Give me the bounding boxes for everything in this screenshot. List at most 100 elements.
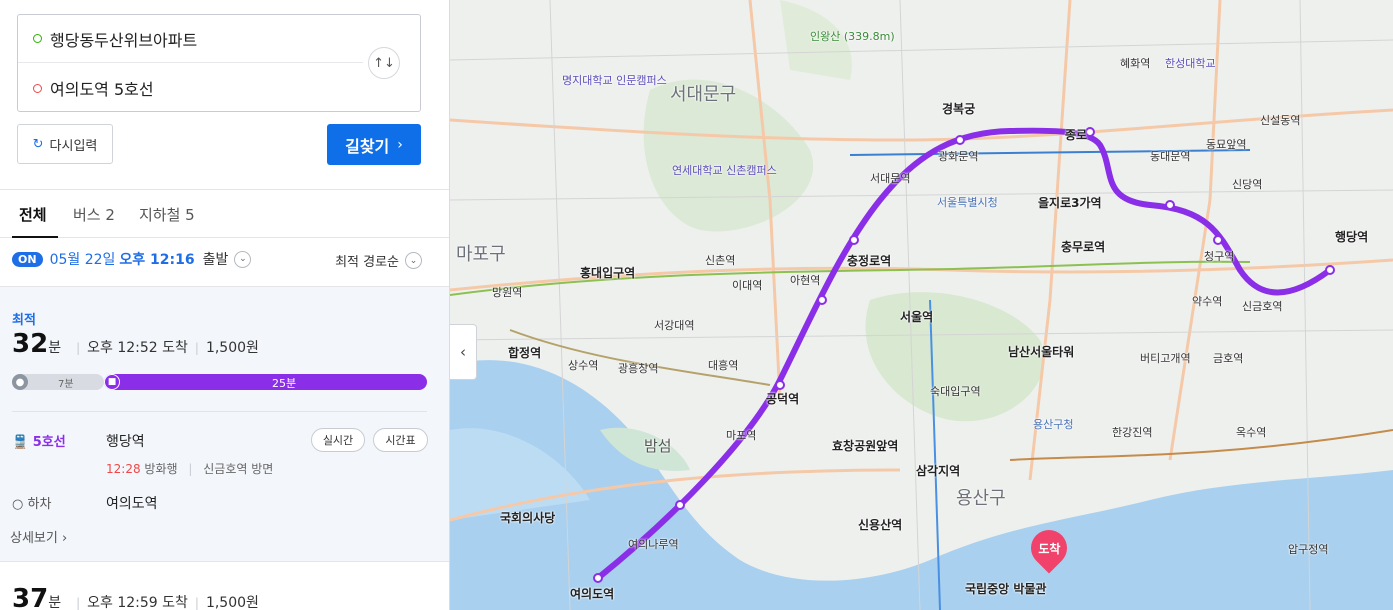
dep-platform: 신금호역 방면 — [203, 462, 274, 476]
fare: 1,500원 — [205, 595, 259, 610]
map-label-station: 버티고개역 — [1140, 352, 1191, 365]
destination-text: 여의도역 5호선 — [50, 80, 154, 99]
map-label-station: 여의도역 — [570, 587, 615, 601]
map-label-station: 숙대입구역 — [930, 385, 981, 398]
timetable-button[interactable]: 시간표 — [373, 428, 428, 452]
origin-field[interactable]: 행당동두산위브아파트 — [18, 15, 363, 63]
map-label-district: 용산구 — [956, 488, 1006, 509]
chevron-right-icon: › — [61, 531, 68, 546]
map-label-station: 상수역 — [568, 359, 599, 372]
map-label-station: 서강대역 — [654, 319, 695, 332]
swap-icon[interactable]: ↑↓ — [368, 47, 400, 79]
mode-tabs: 전체 버스 2 지하철 5 — [0, 190, 449, 238]
origin-dot-icon — [33, 34, 42, 43]
map-label-station: 이대역 — [732, 279, 763, 292]
subway-segment — [104, 374, 427, 390]
map-label-landmark: 국회의사당 — [500, 511, 556, 525]
separator: | — [194, 596, 199, 610]
map-label-landmark: 용산구청 — [1033, 418, 1074, 431]
chevron-down-icon: ⌄ — [405, 252, 422, 269]
map-label-station: 압구정역 — [1288, 543, 1329, 556]
map-label-station: 신촌역 — [705, 254, 736, 267]
map-label-station: 광흥창역 — [618, 362, 659, 375]
find-route-button[interactable]: 길찾기 › — [327, 124, 421, 165]
sort-selector[interactable]: 최적 경로순 ⌄ — [335, 251, 422, 270]
map-label-district: 마포구 — [456, 244, 506, 265]
map-label-mountain: 인왕산 (339.8m) — [810, 30, 895, 43]
route-result-best[interactable]: 최적 32 분 | 오후 12:52 도착 | 1,500원 ● 7분 ■ 25… — [0, 286, 449, 562]
map-label-station: 서대문역 — [870, 172, 911, 185]
map-canvas[interactable]: 마포구 서대문구 용산구 홍대입구역 신촌역 이대역 아현역 충정로역 서대문역… — [450, 0, 1393, 610]
alight-label: ○ 하차 — [12, 497, 52, 512]
divider — [12, 411, 427, 412]
map-label-station: 동묘앞역 — [1206, 138, 1247, 151]
destination-field[interactable]: 여의도역 5호선 — [18, 64, 363, 112]
minutes-unit: 분 — [48, 340, 62, 356]
map-label-station: 행당역 — [1335, 230, 1369, 244]
departure-date: 05월 22일 — [49, 252, 116, 268]
reset-button[interactable]: ↻ 다시입력 — [17, 124, 113, 164]
arrival-time: 오후 12:52 도착 — [87, 340, 188, 356]
best-badge: 최적 — [12, 313, 36, 328]
directions-panel: 행당동두산위브아파트 여의도역 5호선 ↑↓ ↻ 다시입력 길찾기 › 전체 버… — [0, 0, 450, 610]
realtime-button[interactable]: 실시간 — [311, 428, 365, 452]
map-label-landmark: 한성대학교 — [1165, 57, 1216, 70]
map-label-station: 아현역 — [790, 274, 821, 287]
dep-time: 12:28 — [106, 462, 141, 476]
map-label-station: 종로 — [1065, 128, 1088, 142]
map-label-station: 신설동역 — [1260, 114, 1301, 127]
tab-bus[interactable]: 버스 2 — [73, 204, 115, 225]
dep-direction: 방화행 — [144, 462, 178, 476]
map-label-station: 삼각지역 — [916, 464, 961, 478]
map-label-station: 을지로3가역 — [1038, 196, 1102, 210]
map-label-district: 서대문구 — [670, 84, 737, 105]
route-input-box: 행당동두산위브아파트 여의도역 5호선 ↑↓ — [17, 14, 421, 112]
map-label-island: 밤섬 — [644, 437, 672, 455]
map-label-landmark: 경복궁 — [942, 102, 976, 116]
map-label-station: 효창공원앞역 — [832, 439, 899, 453]
tab-all[interactable]: 전체 — [19, 204, 47, 225]
map-label-station: 광화문역 — [938, 150, 979, 163]
total-minutes: 37 — [12, 584, 49, 610]
tab-subway[interactable]: 지하철 5 — [139, 204, 195, 225]
map-label-station: 청구역 — [1204, 250, 1235, 263]
chevron-down-icon: ⌄ — [234, 250, 252, 268]
total-minutes: 32 — [12, 329, 49, 359]
subway-icon: ■ — [104, 374, 120, 390]
departure-time-selector[interactable]: ON 05월 22일 오후 12:16 출발 ⌄ — [12, 249, 252, 269]
map-label-station: 신당역 — [1232, 178, 1263, 191]
map-label-landmark: 서울특별시청 — [937, 196, 998, 209]
destination-dot-icon — [33, 83, 42, 93]
map-label-landmark: 명지대학교 인문캠퍼스 — [562, 74, 667, 87]
alight-station: 여의도역 — [106, 496, 158, 512]
reset-label: 다시입력 — [49, 138, 98, 154]
route-summary: 32 분 | 오후 12:52 도착 | 1,500원 — [12, 329, 259, 359]
separator: | — [188, 462, 193, 476]
refresh-icon: ↻ — [32, 136, 44, 152]
departure-time: 오후 12:16 — [119, 252, 195, 268]
departure-info: 12:28 방화행 | 신금호역 방면 — [106, 460, 273, 477]
map-label-station: 약수역 — [1192, 295, 1223, 308]
line-name: 5호선 — [32, 435, 66, 450]
map-label-station: 마포역 — [726, 429, 757, 442]
map-label-landmark: 국립중앙 박물관 — [965, 582, 1047, 596]
map-label-station: 금호역 — [1213, 352, 1244, 365]
arrival-time: 오후 12:59 도착 — [87, 595, 188, 610]
board-station: 행당역 — [106, 434, 145, 450]
tab-underline — [12, 236, 58, 238]
departure-suffix: 출발 — [202, 252, 229, 268]
train-icon: 🚆 — [12, 435, 29, 450]
separator: | — [194, 341, 199, 355]
app-root: 행당동두산위브아파트 여의도역 5호선 ↑↓ ↻ 다시입력 길찾기 › 전체 버… — [0, 0, 1393, 610]
map-label-station: 대흥역 — [708, 359, 739, 372]
map-label-station: 동대문역 — [1150, 150, 1191, 163]
map-label-station: 옥수역 — [1236, 426, 1267, 439]
collapse-panel-button[interactable]: ‹ — [450, 324, 477, 380]
chevron-right-icon: › — [397, 136, 403, 153]
sort-label: 최적 경로순 — [335, 255, 399, 270]
map-label-station: 충정로역 — [847, 254, 892, 268]
walk-icon: ● — [12, 374, 28, 390]
route-result-2[interactable]: 37 분 | 오후 12:59 도착 | 1,500원 — [12, 584, 259, 610]
map-label-station: 서울역 — [900, 310, 934, 324]
detail-link[interactable]: 상세보기 › — [10, 527, 67, 546]
